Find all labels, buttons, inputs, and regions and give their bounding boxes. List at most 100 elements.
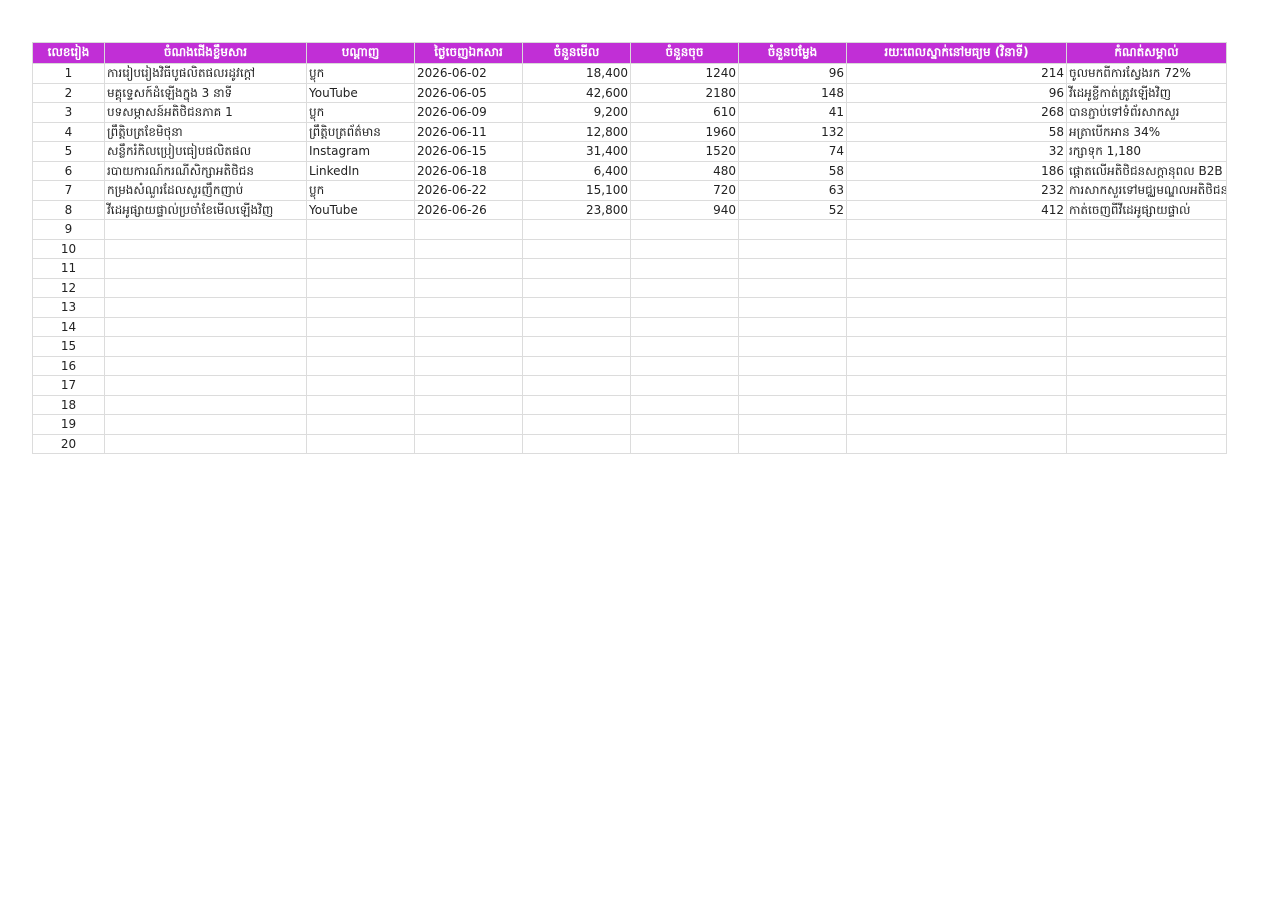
cell-channel[interactable] bbox=[306, 238, 415, 259]
cell-avg-dwell-seconds[interactable] bbox=[846, 336, 1067, 357]
cell-notes[interactable]: វីដេអូខ្លីកាត់ត្រូវឡើងវិញ bbox=[1066, 82, 1227, 103]
cell-views[interactable]: 9,200 bbox=[522, 102, 631, 123]
cell-notes[interactable] bbox=[1066, 238, 1227, 259]
cell-views[interactable]: 6,400 bbox=[522, 160, 631, 181]
cell-views[interactable] bbox=[522, 219, 631, 240]
cell-channel[interactable]: Instagram bbox=[306, 141, 415, 162]
cell-views[interactable] bbox=[522, 258, 631, 279]
cell-conversions[interactable]: 74 bbox=[738, 141, 847, 162]
cell-conversions[interactable] bbox=[738, 433, 847, 454]
cell-conversions[interactable] bbox=[738, 258, 847, 279]
cell-notes[interactable] bbox=[1066, 297, 1227, 318]
cell-notes[interactable]: កាត់ចេញពីវីដេអូផ្សាយផ្ទាល់ bbox=[1066, 199, 1227, 220]
cell-views[interactable] bbox=[522, 297, 631, 318]
cell-conversions[interactable] bbox=[738, 219, 847, 240]
cell-clicks[interactable] bbox=[630, 258, 739, 279]
cell-views[interactable]: 18,400 bbox=[522, 63, 631, 84]
cell-clicks[interactable] bbox=[630, 336, 739, 357]
cell-row-number[interactable]: 7 bbox=[32, 180, 105, 201]
cell-channel[interactable] bbox=[306, 433, 415, 454]
cell-clicks[interactable] bbox=[630, 316, 739, 337]
cell-publish-date[interactable] bbox=[414, 336, 523, 357]
cell-channel[interactable] bbox=[306, 394, 415, 415]
cell-content-title[interactable]: សន្លឹករំកិលប្រៀបធៀបផលិតផល bbox=[104, 141, 307, 162]
cell-notes[interactable] bbox=[1066, 394, 1227, 415]
cell-row-number[interactable]: 9 bbox=[32, 219, 105, 240]
cell-avg-dwell-seconds[interactable] bbox=[846, 394, 1067, 415]
cell-views[interactable]: 31,400 bbox=[522, 141, 631, 162]
column-header-content-title[interactable]: ចំណងជើងខ្លឹមសារ bbox=[104, 42, 307, 64]
cell-notes[interactable]: អត្រាបើកអាន 34% bbox=[1066, 121, 1227, 142]
cell-content-title[interactable]: កម្រងសំណួរដែលសួរញឹកញាប់ bbox=[104, 180, 307, 201]
cell-channel[interactable]: YouTube bbox=[306, 82, 415, 103]
cell-content-title[interactable]: បទសម្ភាសន៍អតិថិជនភាគ 1 bbox=[104, 102, 307, 123]
cell-channel[interactable]: LinkedIn bbox=[306, 160, 415, 181]
cell-avg-dwell-seconds[interactable] bbox=[846, 375, 1067, 396]
cell-notes[interactable]: ការសាកសួរទៅមជ្ឈមណ្ឌលអតិថិជនថយចុះ bbox=[1066, 180, 1227, 201]
cell-row-number[interactable]: 1 bbox=[32, 63, 105, 84]
column-header-views[interactable]: ចំនួនមើល bbox=[522, 42, 631, 64]
cell-clicks[interactable] bbox=[630, 238, 739, 259]
cell-row-number[interactable]: 13 bbox=[32, 297, 105, 318]
cell-publish-date[interactable]: 2026-06-11 bbox=[414, 121, 523, 142]
cell-clicks[interactable]: 480 bbox=[630, 160, 739, 181]
cell-notes[interactable] bbox=[1066, 375, 1227, 396]
cell-avg-dwell-seconds[interactable]: 32 bbox=[846, 141, 1067, 162]
cell-content-title[interactable] bbox=[104, 394, 307, 415]
cell-conversions[interactable]: 63 bbox=[738, 180, 847, 201]
cell-conversions[interactable]: 41 bbox=[738, 102, 847, 123]
cell-publish-date[interactable]: 2026-06-26 bbox=[414, 199, 523, 220]
cell-channel[interactable] bbox=[306, 316, 415, 337]
cell-views[interactable] bbox=[522, 355, 631, 376]
cell-channel[interactable] bbox=[306, 277, 415, 298]
cell-content-title[interactable]: វីដេអូផ្សាយផ្ទាល់ប្រចាំខែមើលឡើងវិញ bbox=[104, 199, 307, 220]
cell-views[interactable]: 23,800 bbox=[522, 199, 631, 220]
cell-views[interactable] bbox=[522, 277, 631, 298]
cell-notes[interactable] bbox=[1066, 355, 1227, 376]
cell-conversions[interactable] bbox=[738, 394, 847, 415]
cell-content-title[interactable] bbox=[104, 433, 307, 454]
cell-avg-dwell-seconds[interactable] bbox=[846, 433, 1067, 454]
cell-channel[interactable]: ប្លុក bbox=[306, 180, 415, 201]
cell-publish-date[interactable]: 2026-06-09 bbox=[414, 102, 523, 123]
cell-notes[interactable] bbox=[1066, 258, 1227, 279]
cell-row-number[interactable]: 15 bbox=[32, 336, 105, 357]
cell-clicks[interactable] bbox=[630, 219, 739, 240]
cell-row-number[interactable]: 16 bbox=[32, 355, 105, 376]
cell-views[interactable] bbox=[522, 316, 631, 337]
cell-content-title[interactable]: មគ្គុទ្ទេសក៍ដំឡើងក្នុង 3 នាទី bbox=[104, 82, 307, 103]
cell-content-title[interactable] bbox=[104, 414, 307, 435]
cell-publish-date[interactable] bbox=[414, 433, 523, 454]
cell-publish-date[interactable] bbox=[414, 258, 523, 279]
cell-row-number[interactable]: 10 bbox=[32, 238, 105, 259]
cell-conversions[interactable]: 132 bbox=[738, 121, 847, 142]
cell-notes[interactable]: ចូលមកពីការស្វែងរក 72% bbox=[1066, 63, 1227, 84]
cell-views[interactable]: 15,100 bbox=[522, 180, 631, 201]
cell-avg-dwell-seconds[interactable]: 96 bbox=[846, 82, 1067, 103]
cell-views[interactable]: 42,600 bbox=[522, 82, 631, 103]
cell-clicks[interactable]: 2180 bbox=[630, 82, 739, 103]
cell-clicks[interactable]: 1960 bbox=[630, 121, 739, 142]
cell-conversions[interactable]: 96 bbox=[738, 63, 847, 84]
cell-views[interactable] bbox=[522, 414, 631, 435]
cell-notes[interactable] bbox=[1066, 336, 1227, 357]
cell-conversions[interactable] bbox=[738, 238, 847, 259]
cell-content-title[interactable] bbox=[104, 336, 307, 357]
cell-notes[interactable]: ផ្តោតលើអតិថិជនសក្តានុពល B2B bbox=[1066, 160, 1227, 181]
cell-content-title[interactable] bbox=[104, 375, 307, 396]
column-header-notes[interactable]: កំណត់សម្គាល់ bbox=[1066, 42, 1227, 64]
cell-avg-dwell-seconds[interactable] bbox=[846, 414, 1067, 435]
cell-avg-dwell-seconds[interactable]: 412 bbox=[846, 199, 1067, 220]
cell-notes[interactable] bbox=[1066, 277, 1227, 298]
cell-avg-dwell-seconds[interactable] bbox=[846, 258, 1067, 279]
cell-views[interactable] bbox=[522, 336, 631, 357]
cell-avg-dwell-seconds[interactable]: 58 bbox=[846, 121, 1067, 142]
cell-clicks[interactable] bbox=[630, 355, 739, 376]
cell-publish-date[interactable] bbox=[414, 297, 523, 318]
cell-row-number[interactable]: 8 bbox=[32, 199, 105, 220]
cell-publish-date[interactable]: 2026-06-18 bbox=[414, 160, 523, 181]
cell-row-number[interactable]: 4 bbox=[32, 121, 105, 142]
cell-conversions[interactable]: 52 bbox=[738, 199, 847, 220]
cell-conversions[interactable] bbox=[738, 375, 847, 396]
cell-row-number[interactable]: 19 bbox=[32, 414, 105, 435]
